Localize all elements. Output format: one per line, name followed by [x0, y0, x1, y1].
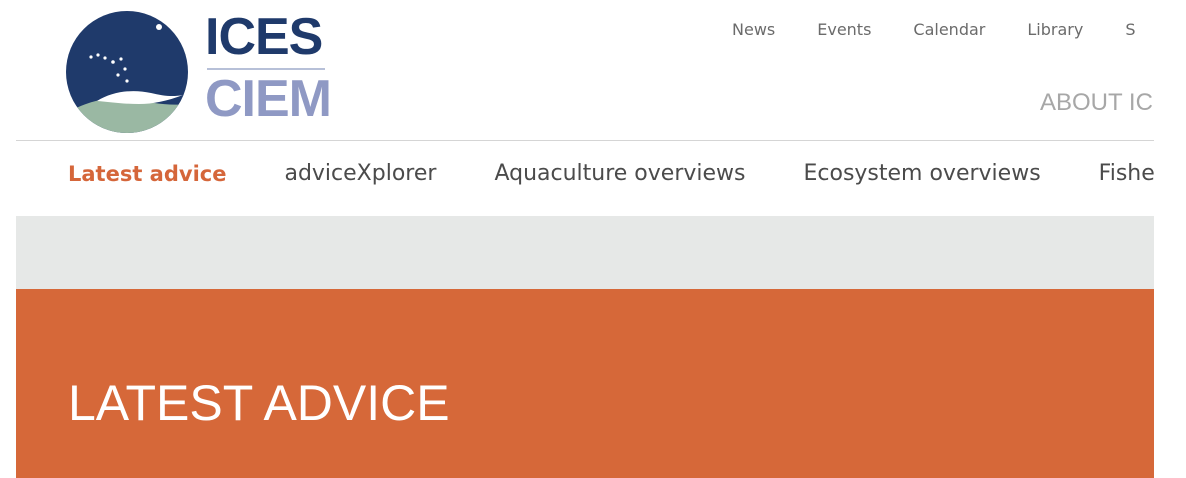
subnav-fisheries-truncated[interactable]: Fisheri	[1099, 157, 1154, 191]
top-nav-calendar[interactable]: Calendar	[913, 18, 985, 42]
top-nav-truncated-item[interactable]: S	[1125, 18, 1135, 42]
page-hero-banner: LATEST ADVICE	[16, 289, 1154, 478]
ices-logo-link[interactable]: ICES CIEM	[63, 8, 363, 133]
subnav-latest-advice[interactable]: Latest advice	[68, 157, 226, 191]
site-header: ICES CIEM News Events Calendar Library S…	[16, 0, 1154, 140]
breadcrumb-band	[16, 216, 1154, 289]
logo-ices-text: ICES	[205, 8, 323, 66]
page-title: LATEST ADVICE	[68, 375, 450, 431]
subnav-advicexplorer[interactable]: adviceXplorer	[284, 157, 436, 191]
advice-subnav: Latest advice adviceXplorer Aquaculture …	[68, 157, 1154, 191]
about-menu-link[interactable]: ABOUT IC	[1040, 88, 1153, 118]
subnav-ecosystem-overviews[interactable]: Ecosystem overviews	[803, 157, 1040, 191]
logo-ciem-text: CIEM	[205, 70, 332, 128]
page-inner: ICES CIEM News Events Calendar Library S…	[16, 0, 1154, 478]
top-nav-library[interactable]: Library	[1027, 18, 1083, 42]
top-nav-news[interactable]: News	[732, 18, 775, 42]
utility-nav: News Events Calendar Library S	[732, 18, 1154, 42]
header-divider	[16, 140, 1154, 141]
page: ICES CIEM News Events Calendar Library S…	[0, 0, 1186, 478]
subnav-aquaculture-overviews[interactable]: Aquaculture overviews	[494, 157, 745, 191]
ices-emblem-icon	[66, 11, 188, 133]
top-nav-events[interactable]: Events	[817, 18, 871, 42]
